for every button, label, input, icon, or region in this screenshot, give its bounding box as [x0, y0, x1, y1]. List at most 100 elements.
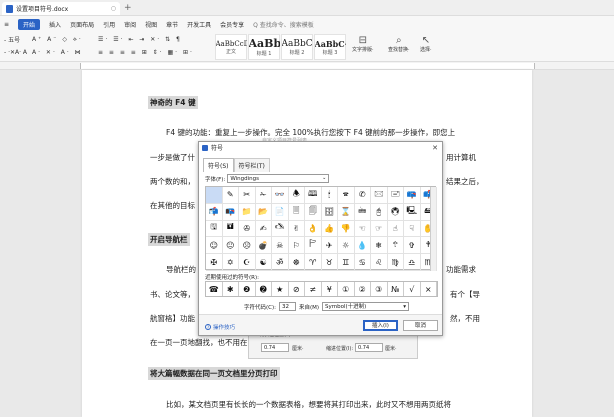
symbol-cell[interactable]: ✎: [222, 187, 239, 204]
symbol-cell[interactable]: ☹: [239, 237, 256, 255]
symbol-cell[interactable]: ✁: [255, 187, 272, 204]
symbol-cell[interactable]: ❄: [371, 237, 388, 255]
symbol-cell[interactable]: 💣: [255, 237, 272, 255]
symbol-cell[interactable]: ☯: [255, 254, 272, 271]
symbol-cell[interactable]: ☸: [288, 254, 305, 271]
symbol-cell[interactable]: 🕮: [305, 187, 322, 204]
symbol-cell[interactable]: 🕿: [338, 187, 355, 204]
symbol-cell[interactable]: 🕭: [288, 187, 305, 204]
symbol-cell[interactable]: ✠: [206, 254, 223, 271]
symbol-cell[interactable]: ♈: [305, 254, 322, 271]
font-size-select[interactable]: - 五号: [4, 35, 20, 44]
style-normal[interactable]: AaBbCcDd 正文: [215, 34, 247, 60]
symbol-cell[interactable]: 🖮: [354, 203, 371, 221]
font-select[interactable]: Wingdings ⌄: [227, 174, 330, 183]
recent-symbol-cell[interactable]: √: [404, 282, 421, 296]
recent-symbol-cell[interactable]: ❷: [239, 282, 256, 296]
symbol-cell[interactable]: ♎: [404, 254, 421, 271]
symbol-cell[interactable]: ☞: [371, 220, 388, 238]
symbol-cell[interactable]: 👌: [305, 220, 322, 238]
format-tools[interactable]: - ·✕A· A: [4, 49, 27, 56]
recent-symbol-cell[interactable]: ★: [272, 282, 289, 296]
new-tab-button[interactable]: +: [124, 3, 132, 13]
indent-unit[interactable]: 厘米·: [385, 345, 397, 352]
list-tools[interactable]: ☰· ☰· ⇤ ⇥ ✕· ⇅ ¶: [98, 36, 182, 43]
symbol-cell[interactable]: 📬: [206, 203, 223, 221]
symbol-cell[interactable]: ॐ: [272, 254, 289, 271]
recent-symbol-cell[interactable]: ⊘: [289, 282, 305, 296]
tab-page-layout[interactable]: 页面布局: [70, 20, 94, 29]
tips-link[interactable]: ? 操作技巧: [205, 323, 235, 331]
symbol-cell[interactable]: ☝: [387, 220, 404, 238]
recent-symbol-cell[interactable]: ☎: [206, 282, 223, 296]
close-icon[interactable]: ✕: [432, 144, 438, 152]
symbol-cell[interactable]: ✍: [255, 220, 272, 238]
recent-symbol-cell[interactable]: ≠: [305, 282, 322, 296]
insert-button[interactable]: 插入(I): [363, 320, 398, 331]
select-button[interactable]: ↖ 选择·: [420, 35, 432, 53]
symbol-cell[interactable]: ✆: [354, 187, 371, 204]
symbol-cell[interactable]: 📂: [255, 203, 272, 221]
command-search[interactable]: Q 查找命令、搜索模板: [253, 20, 314, 29]
style-heading-3[interactable]: AaBbC· 标题 3: [314, 34, 346, 60]
tab-unit[interactable]: 厘米·: [292, 345, 304, 352]
symbol-cell[interactable]: 😐: [222, 237, 239, 255]
style-heading-2[interactable]: AaBbC 标题 2: [281, 34, 313, 60]
document-tab[interactable]: 设置项目符号.docx ○: [2, 2, 120, 15]
symbol-cell[interactable]: 🖲: [387, 203, 404, 221]
symbol-cell[interactable]: ☜: [354, 220, 371, 238]
indent-position-input[interactable]: 0.74: [355, 343, 383, 352]
symbol-cell[interactable]: ✞: [404, 237, 421, 255]
symbol-cell[interactable]: ☟: [404, 220, 421, 238]
tab-view[interactable]: 视图: [145, 20, 157, 29]
symbol-cell[interactable]: 📄: [272, 203, 289, 221]
symbol-cell[interactable]: ✌: [288, 220, 305, 238]
font-color-tools[interactable]: A· ✕· A· ⋈: [32, 49, 83, 56]
text-layout-button[interactable]: ⊟ 文字排版·: [352, 35, 374, 53]
style-heading-1[interactable]: AaBb 标题 1: [248, 34, 280, 60]
symbol-cell[interactable]: ☼: [338, 237, 355, 255]
align-tools[interactable]: ≡ ≡ ≡ ≡ ⊞ ⇕· ▦· ⊞·: [98, 49, 194, 56]
tab-review[interactable]: 审阅: [124, 20, 136, 29]
tab-position-input[interactable]: 0.74: [261, 343, 289, 352]
symbol-cell[interactable]: 🗏: [288, 203, 305, 221]
symbol-cell[interactable]: 🖂: [371, 187, 388, 204]
symbol-cell[interactable]: ☠: [272, 237, 289, 255]
symbol-cell[interactable]: ♊: [338, 254, 355, 271]
symbol-cell[interactable]: 🏱: [305, 237, 322, 255]
symbol-cell[interactable]: 🖎: [272, 220, 289, 238]
recent-symbol-cell[interactable]: ②: [355, 282, 371, 296]
recent-symbol-cell[interactable]: ③: [371, 282, 388, 296]
symbol-cell[interactable]: 📁: [239, 203, 256, 221]
grid-scrollbar[interactable]: [430, 187, 436, 271]
symbol-cell[interactable]: 🗐: [305, 203, 322, 221]
tab-references[interactable]: 引用: [103, 20, 115, 29]
cancel-button[interactable]: 取消: [403, 320, 438, 331]
tab-symbol-bar[interactable]: 符号栏(T): [233, 158, 270, 172]
symbol-cell[interactable]: ✂: [239, 187, 256, 204]
ruler-track[interactable]: [80, 63, 535, 69]
symbol-cell[interactable]: ⚐: [288, 237, 305, 255]
symbol-cell[interactable]: 🕆: [387, 237, 404, 255]
font-format-tools[interactable]: A⁺ A⁻ ◇ ⟡·: [32, 36, 83, 44]
symbol-cell[interactable]: 🖬: [222, 220, 239, 238]
recent-symbol-cell[interactable]: ¥: [322, 282, 338, 296]
char-code-input[interactable]: 32: [279, 302, 296, 311]
symbol-cell[interactable]: 🖳: [404, 203, 421, 221]
tab-sections[interactable]: 章节: [166, 20, 178, 29]
tab-close-icon[interactable]: ○: [111, 5, 116, 12]
symbol-cell[interactable]: ♉: [321, 254, 338, 271]
symbol-cell[interactable]: 📪: [404, 187, 421, 204]
symbol-cell[interactable]: ♌: [371, 254, 388, 271]
from-select[interactable]: Symbol(十进制) ▾: [322, 302, 410, 311]
tab-home[interactable]: 开始: [18, 18, 41, 30]
symbol-cell[interactable]: 🖫: [206, 220, 223, 238]
symbol-cell[interactable]: ⌛: [338, 203, 355, 221]
symbol-cell[interactable]: 👓: [272, 187, 289, 204]
menu-icon[interactable]: ≡: [4, 21, 9, 28]
symbol-cell[interactable]: 🕯: [321, 187, 338, 204]
tab-insert[interactable]: 插入: [49, 20, 61, 29]
recent-symbol-cell[interactable]: №: [388, 282, 404, 296]
symbol-cell[interactable]: 🖰: [371, 203, 388, 221]
symbol-cell[interactable]: ☪: [239, 254, 256, 271]
